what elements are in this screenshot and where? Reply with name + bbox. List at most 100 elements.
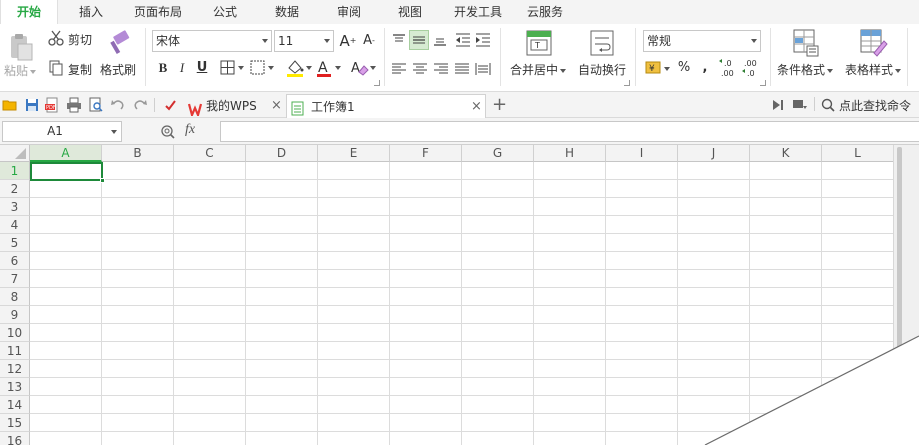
align-top-icon[interactable] (391, 32, 407, 48)
vertical-scrollbar[interactable] (893, 145, 919, 445)
row-header-9[interactable]: 9 (0, 306, 30, 324)
column-header-g[interactable]: G (462, 145, 534, 162)
column-header-c[interactable]: C (174, 145, 246, 162)
row-header-4[interactable]: 4 (0, 216, 30, 234)
fill-color-icon[interactable] (285, 58, 315, 78)
font-dialog-launcher[interactable] (374, 80, 380, 86)
insert-function-button[interactable]: fx (185, 122, 195, 138)
row-header-2[interactable]: 2 (0, 180, 30, 198)
merge-center-icon[interactable]: T (526, 30, 552, 56)
row-header-8[interactable]: 8 (0, 288, 30, 306)
decrease-indent-icon[interactable] (455, 32, 471, 48)
wrap-text-button[interactable]: 自动换行 (578, 61, 626, 78)
open-folder-icon[interactable] (2, 97, 18, 113)
font-color-icon[interactable]: A (315, 58, 345, 78)
row-header-7[interactable]: 7 (0, 270, 30, 288)
merge-center-button[interactable]: 合并居中 (510, 61, 567, 78)
distribute-icon[interactable] (475, 61, 491, 77)
format-painter-button[interactable]: 格式刷 (100, 61, 136, 78)
column-header-l[interactable]: L (822, 145, 893, 162)
align-left-icon[interactable] (391, 61, 407, 77)
new-tab-plus-icon[interactable]: + (492, 93, 507, 117)
tab-developer[interactable]: 开发工具 (446, 0, 510, 24)
thousands-separator-button[interactable]: , (696, 59, 714, 77)
wrap-text-icon[interactable] (590, 30, 614, 56)
column-header-k[interactable]: K (750, 145, 822, 162)
fill-handle[interactable] (100, 178, 105, 183)
formula-input[interactable] (220, 121, 919, 142)
tab-formulas[interactable]: 公式 (200, 0, 250, 24)
column-header-b[interactable]: B (102, 145, 174, 162)
row-header-12[interactable]: 12 (0, 360, 30, 378)
collapse-ribbon-icon[interactable] (770, 97, 786, 113)
tab-view[interactable]: 视图 (385, 0, 435, 24)
conditional-format-button[interactable]: 条件格式 (777, 61, 834, 78)
print-icon[interactable] (66, 97, 82, 113)
ribbon-options-icon[interactable] (792, 97, 808, 113)
number-format-select[interactable]: 常规 (643, 30, 761, 52)
font-size-select[interactable]: 11 (274, 30, 334, 52)
tab-review[interactable]: 审阅 (324, 0, 374, 24)
tab-insert[interactable]: 插入 (66, 0, 116, 24)
bold-button[interactable]: B (154, 59, 172, 77)
column-header-j[interactable]: J (678, 145, 750, 162)
paste-icon[interactable] (8, 32, 34, 62)
format-painter-icon[interactable] (104, 30, 132, 58)
row-header-3[interactable]: 3 (0, 198, 30, 216)
font-name-select[interactable]: 宋体 (152, 30, 272, 52)
justify-icon[interactable] (454, 61, 470, 77)
column-header-f[interactable]: F (390, 145, 462, 162)
doc-tab-my-wps[interactable]: 我的WPS × (186, 94, 284, 119)
cell-area[interactable] (30, 162, 893, 445)
font-grow-button[interactable]: A+ (339, 32, 357, 50)
column-header-e[interactable]: E (318, 145, 390, 162)
search-icon[interactable] (820, 97, 836, 113)
currency-icon[interactable]: ¥ (645, 59, 673, 77)
underline-button[interactable]: U (193, 59, 211, 77)
export-pdf-icon[interactable]: PDF (44, 97, 60, 113)
decrease-decimal-icon[interactable]: .00 .0 (741, 57, 761, 79)
row-header-13[interactable]: 13 (0, 378, 30, 396)
percent-button[interactable]: % (675, 59, 693, 77)
row-header-1[interactable]: 1 (0, 162, 30, 180)
row-header-14[interactable]: 14 (0, 396, 30, 414)
align-bottom-icon[interactable] (432, 32, 448, 48)
tab-cloud[interactable]: 云服务 (520, 0, 570, 24)
align-right-icon[interactable] (433, 61, 449, 77)
tab-data[interactable]: 数据 (262, 0, 312, 24)
paste-button[interactable]: 粘贴 (4, 62, 37, 79)
print-preview-icon[interactable] (88, 97, 104, 113)
cut-button[interactable]: 剪切 (68, 31, 92, 48)
column-header-d[interactable]: D (246, 145, 318, 162)
undo-icon[interactable] (110, 97, 126, 113)
tab-page-layout[interactable]: 页面布局 (126, 0, 190, 24)
number-dialog-launcher[interactable] (760, 80, 766, 86)
zoom-formula-icon[interactable] (160, 124, 176, 140)
name-box[interactable]: A1 (2, 121, 122, 142)
redo-icon[interactable] (132, 97, 148, 113)
column-header-h[interactable]: H (534, 145, 606, 162)
conditional-format-icon[interactable] (793, 29, 819, 57)
align-middle-icon[interactable] (409, 30, 429, 50)
increase-decimal-icon[interactable]: .0 .00 (718, 57, 738, 79)
column-header-i[interactable]: I (606, 145, 678, 162)
close-icon[interactable]: × (471, 95, 482, 119)
command-search-label[interactable]: 点此查找命令 (839, 97, 911, 114)
align-center-icon[interactable] (412, 61, 428, 77)
italic-button[interactable]: I (173, 59, 191, 77)
clear-format-icon[interactable]: A (350, 58, 378, 78)
close-icon[interactable]: × (271, 94, 282, 118)
border-icon[interactable] (220, 60, 248, 76)
cell-fill-pattern-icon[interactable] (250, 60, 278, 76)
select-all-corner[interactable] (0, 145, 30, 162)
row-header-15[interactable]: 15 (0, 414, 30, 432)
row-header-5[interactable]: 5 (0, 234, 30, 252)
alignment-dialog-launcher[interactable] (624, 80, 630, 86)
copy-button[interactable]: 复制 (68, 61, 92, 78)
font-shrink-button[interactable]: A- (360, 32, 378, 50)
tab-start[interactable]: 开始 (0, 0, 58, 24)
doc-tab-workbook[interactable]: 工作簿1 × (286, 94, 486, 118)
column-header-a[interactable]: A (30, 145, 102, 162)
table-style-icon[interactable] (860, 29, 888, 57)
scrollbar-thumb[interactable] (897, 147, 902, 443)
